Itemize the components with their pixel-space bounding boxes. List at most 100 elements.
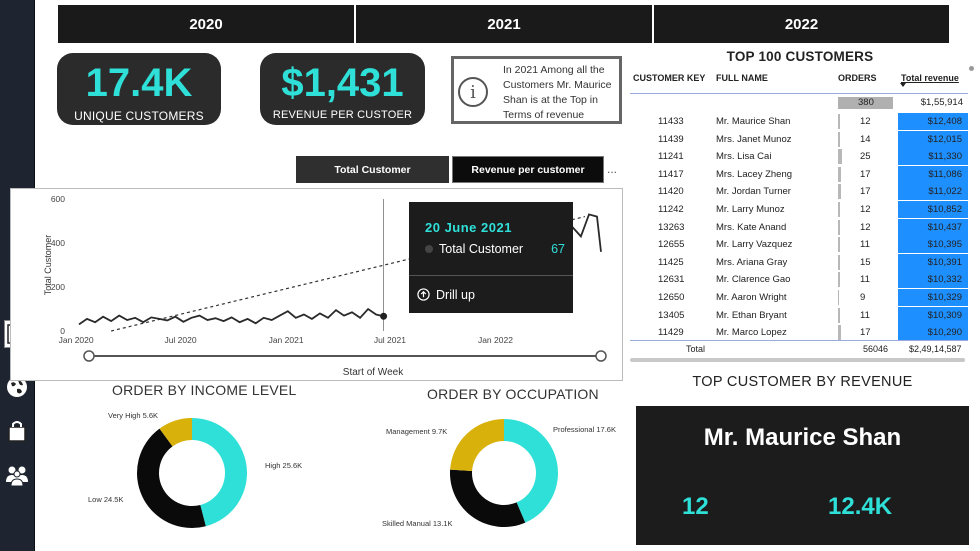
- cell-revenue: $12,015: [927, 133, 962, 145]
- insight-text: In 2021 Among all the Customers Mr. Maur…: [503, 64, 612, 121]
- tab-year-2022[interactable]: 2022: [654, 5, 949, 43]
- kpi-value: 17.4K: [85, 61, 193, 105]
- cell-orders: 25: [860, 151, 871, 163]
- cell-revenue: $11,330: [928, 151, 962, 163]
- partial-row-orders: 380: [858, 97, 874, 108]
- cell-full-name: Mr. Maurice Shan: [716, 116, 791, 127]
- orders-databar: [838, 149, 842, 165]
- cell-customer-key: 11433: [658, 116, 684, 127]
- cell-revenue: $10,395: [927, 239, 962, 251]
- toggle-total-customer[interactable]: Total Customer: [296, 156, 449, 183]
- total-label: Total: [686, 344, 706, 354]
- col-header-full-name[interactable]: FULL NAME: [716, 73, 768, 83]
- kpi-value: $1,431: [281, 61, 404, 105]
- cell-orders: 14: [860, 133, 871, 145]
- table-row[interactable]: 11425 Mrs. Ariana Gray 15 $10,391: [630, 253, 970, 272]
- table-row[interactable]: 11433 Mr. Maurice Shan 12 $12,408: [630, 113, 970, 131]
- table-row[interactable]: 11417 Mrs. Lacey Zheng 17 $11,086: [630, 165, 970, 184]
- income-label-low: Low 24.5K: [88, 495, 124, 504]
- income-label-very-high: Very High 5.6K: [108, 411, 159, 420]
- orders-databar: [838, 290, 840, 305]
- tab-year-2021[interactable]: 2021: [356, 5, 654, 43]
- revenue-cell-highlight: $10,332: [898, 271, 968, 289]
- table-header-divider: [630, 93, 968, 94]
- table-row[interactable]: 12655 Mr. Larry Vazquez 11 $10,395: [630, 236, 970, 254]
- top-customer-name-card: Mr. Maurice Shan: [636, 406, 969, 469]
- cell-orders: 11: [860, 274, 870, 286]
- cell-orders: 17: [860, 186, 871, 198]
- cell-revenue: $11,086: [928, 168, 962, 180]
- toggle-revenue-per-customer[interactable]: Revenue per customer: [452, 156, 604, 183]
- table-row[interactable]: 11241 Mrs. Lisa Cai 25 $11,330: [630, 148, 970, 166]
- cell-customer-key: 12631: [658, 274, 685, 286]
- table-row[interactable]: 11420 Mr. Jordan Turner 17 $11,022: [630, 183, 970, 201]
- table-row[interactable]: 12631 Mr. Clarence Gao 11 $10,332: [630, 271, 970, 289]
- cell-orders: 17: [860, 168, 871, 180]
- top-customer-title: TOP CUSTOMER BY REVENUE: [692, 374, 913, 390]
- more-options-icon[interactable]: ...: [607, 162, 617, 176]
- revenue-cell-highlight: $12,015: [898, 130, 968, 148]
- cell-customer-key: 11420: [658, 186, 684, 198]
- col-header-total-revenue[interactable]: Total revenue: [901, 73, 959, 83]
- revenue-cell-highlight: $10,391: [898, 253, 968, 271]
- tooltip-divider: [409, 275, 573, 276]
- cell-revenue: $10,437: [927, 221, 962, 233]
- arrow-up-circle-icon: [417, 288, 430, 301]
- income-donut-chart: Very High 5.6K High 25.6K Low 24.5K: [88, 405, 308, 545]
- y-tick-label: 600: [51, 194, 65, 204]
- revenue-cell-highlight: $10,329: [898, 289, 968, 306]
- kpi-unique-customers: 17.4K UNIQUE CUSTOMERS: [57, 53, 221, 125]
- cell-revenue: $11,022: [928, 186, 962, 198]
- cell-orders: 11: [860, 239, 870, 251]
- orders-databar: [838, 114, 840, 129]
- cell-orders: 12: [860, 221, 871, 233]
- total-revenue: $2,49,14,587: [909, 344, 962, 354]
- cell-full-name: Mr. Larry Munoz: [716, 204, 785, 215]
- drill-up-label: Drill up: [436, 288, 475, 302]
- revenue-cell-highlight: $11,330: [898, 148, 968, 166]
- revenue-cell-highlight: $10,290: [898, 324, 968, 342]
- partial-row-revenue: $1,55,914: [920, 97, 963, 108]
- revenue-cell-highlight: $11,022: [898, 183, 968, 201]
- cell-orders: 15: [860, 256, 871, 268]
- cell-customer-key: 11425: [658, 256, 684, 268]
- table-row[interactable]: 12650 Mr. Aaron Wright 9 $10,329: [630, 289, 970, 307]
- x-tick-label: Jan 2020: [59, 335, 94, 345]
- cell-orders: 12: [860, 204, 871, 215]
- highlight-point: [380, 312, 388, 320]
- table-horizontal-scrollbar[interactable]: [630, 358, 965, 362]
- table-row[interactable]: 11242 Mr. Larry Munoz 12 $10,852: [630, 201, 970, 219]
- kpi-label: REVENUE PER CUSTOER: [272, 109, 413, 121]
- occupation-label-professional: Professional 17.6K: [553, 425, 616, 434]
- x-tick-label: Jan 2021: [269, 335, 304, 345]
- orders-databar: [838, 272, 840, 288]
- cell-full-name: Mr. Jordan Turner: [716, 186, 791, 198]
- cell-customer-key: 11242: [658, 204, 684, 215]
- top-customer-stats-card: 12 12.4K: [636, 469, 969, 545]
- drill-up-button[interactable]: Drill up: [417, 288, 475, 302]
- cell-full-name: Mrs. Lisa Cai: [716, 151, 772, 163]
- table-row[interactable]: 13263 Mrs. Kate Anand 12 $10,437: [630, 218, 970, 237]
- orders-databar: [838, 184, 841, 200]
- chart-tooltip: 20 June 2021 Total Customer 67 Drill up: [409, 202, 573, 313]
- cell-customer-key: 11429: [658, 327, 684, 339]
- users-icon[interactable]: [4, 462, 30, 488]
- col-header-orders[interactable]: ORDERS: [838, 73, 877, 83]
- cell-orders: 17: [860, 327, 871, 339]
- col-header-customer-key[interactable]: CUSTOMER KEY: [633, 73, 705, 83]
- tab-year-2020[interactable]: 2020: [58, 5, 356, 43]
- scrollbar-thumb[interactable]: [969, 66, 974, 71]
- kpi-revenue-per-customer: $1,431 REVENUE PER CUSTOER: [260, 53, 425, 125]
- table-row[interactable]: 11439 Mrs. Janet Munoz 14 $12,015: [630, 130, 970, 149]
- kpi-label: UNIQUE CUSTOMERS: [74, 109, 204, 123]
- table-title: TOP 100 CUSTOMERS: [726, 49, 874, 64]
- cell-customer-key: 11241: [658, 151, 684, 163]
- orders-databar: [838, 202, 840, 217]
- table-row[interactable]: 13405 Mr. Ethan Bryant 11 $10,309: [630, 306, 970, 325]
- cell-full-name: Mr. Larry Vazquez: [716, 239, 793, 251]
- table-total-divider: [630, 340, 968, 341]
- cell-customer-key: 12650: [658, 292, 685, 303]
- shopping-bag-icon[interactable]: [4, 418, 30, 444]
- cell-revenue: $10,309: [927, 309, 962, 321]
- x-tick-label: Jul 2020: [164, 335, 196, 345]
